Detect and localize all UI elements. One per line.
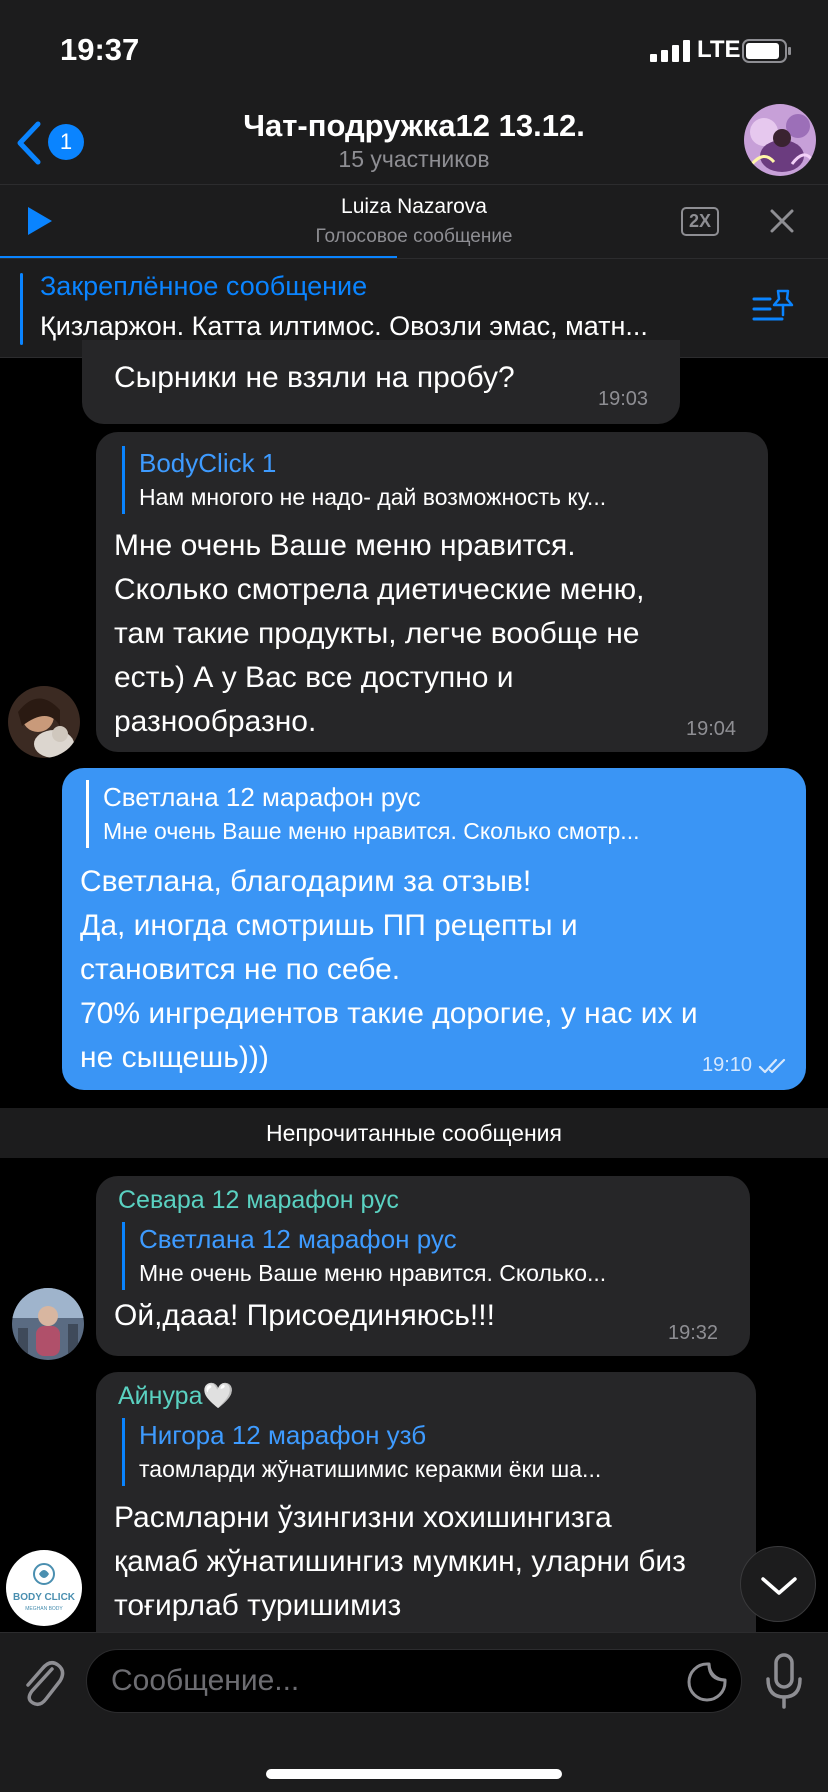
unread-divider: Непрочитанные сообщения	[0, 1108, 828, 1158]
battery-icon	[742, 39, 791, 63]
logo-line-2: MEGHAN BODY	[25, 1606, 63, 1612]
reply-author: Светлана 12 марафон рус	[103, 782, 421, 812]
home-indicator	[266, 1769, 562, 1779]
sticker-icon[interactable]	[687, 1662, 727, 1702]
reply-quote[interactable]: Нигора 12 марафон узб таомларди жўнатиши…	[122, 1418, 742, 1486]
reply-text: Мне очень Ваше меню нравится. Сколько...	[139, 1260, 607, 1286]
sender-name[interactable]: Севара 12 марафон рус	[118, 1186, 399, 1215]
message-bubble[interactable]: Айнура🤍 Нигора 12 марафон узб таомларди …	[96, 1372, 756, 1642]
paperclip-icon[interactable]	[18, 1655, 66, 1707]
chevron-down-icon	[761, 1577, 797, 1595]
message-time: 19:10	[702, 1054, 753, 1076]
logo-line-1: BODY CLICK	[13, 1592, 76, 1603]
reply-text: Нам многого не надо- дай возможность ку.…	[139, 484, 607, 510]
pinned-text: Қизларжон. Катта илтимос. Овозли эмас, м…	[40, 311, 648, 341]
message-text: Сырники не взяли на пробу?	[114, 361, 515, 394]
status-bar: 19:37 LTE	[0, 0, 828, 100]
reply-author: Нигора 12 марафон узб	[139, 1420, 427, 1450]
reply-text: таомларди жўнатишимис керакми ёки ша...	[139, 1456, 602, 1482]
message-field[interactable]	[86, 1649, 742, 1713]
sender-name[interactable]: Айнура🤍	[118, 1382, 234, 1411]
sender-avatar[interactable]	[8, 686, 80, 758]
pin-list-icon[interactable]	[752, 287, 798, 327]
chat-header: 1 Чат-подружка12 13.12. 15 участников	[0, 100, 828, 184]
message-text: Мне очень Ваше меню нравится. Сколько см…	[114, 529, 645, 738]
status-time: 19:37	[60, 32, 140, 67]
pinned-title: Закреплённое сообщение	[40, 271, 368, 301]
message-text: Светлана, благодарим за отзыв! Да, иногд…	[80, 865, 698, 1074]
message-text: Ой,дааа! Присоединяюсь!!!	[114, 1299, 495, 1332]
reply-author: BodyClick 1	[139, 448, 277, 478]
signal-icon	[650, 40, 690, 62]
pinned-accent-bar	[20, 273, 23, 345]
message-bubble[interactable]: BodyClick 1 Нам многого не надо- дай воз…	[96, 432, 768, 752]
message-input-bar	[0, 1632, 828, 1792]
sender-avatar[interactable]	[12, 1288, 84, 1360]
bodyclick-logo: BODY CLICK MEGHAN BODY	[7, 1551, 81, 1625]
reply-quote[interactable]: BodyClick 1 Нам многого не надо- дай воз…	[122, 446, 752, 514]
chat-title[interactable]: Чат-подружка12 13.12.	[0, 108, 828, 144]
chat-avatar[interactable]	[744, 104, 816, 176]
message-time: 19:03	[598, 388, 649, 410]
reply-quote[interactable]: Светлана 12 марафон рус Мне очень Ваше м…	[122, 1222, 732, 1290]
message-time: 19:04	[686, 718, 737, 740]
reply-author: Светлана 12 марафон рус	[139, 1224, 457, 1254]
outgoing-message-bubble[interactable]: Светлана 12 марафон рус Мне очень Ваше м…	[62, 768, 806, 1090]
reply-text: Мне очень Ваше меню нравится. Сколько см…	[103, 818, 640, 844]
audio-player-bar: Luiza Nazarova Голосовое сообщение 2X	[0, 184, 828, 260]
message-bubble[interactable]: Севара 12 марафон рус Светлана 12 марафо…	[96, 1176, 750, 1356]
message-time: 19:32	[668, 1322, 719, 1344]
reply-quote[interactable]: Светлана 12 марафон рус Мне очень Ваше м…	[86, 780, 786, 848]
scroll-down-button[interactable]	[740, 1546, 816, 1622]
chat-subtitle: 15 участников	[338, 146, 490, 172]
message-input[interactable]	[111, 1650, 671, 1712]
network-type: LTE	[697, 36, 741, 63]
close-icon[interactable]	[764, 203, 800, 239]
sender-avatar[interactable]: BODY CLICK MEGHAN BODY	[6, 1550, 82, 1626]
message-bubble[interactable]: Сырники не взяли на пробу? 19:03	[82, 340, 680, 424]
playback-speed-button[interactable]: 2X	[681, 207, 719, 236]
microphone-icon[interactable]	[764, 1653, 804, 1709]
read-checkmarks-icon	[758, 1058, 786, 1074]
message-text: Расмларни ўзингизни хохишингизга қамаб ж…	[114, 1501, 686, 1622]
